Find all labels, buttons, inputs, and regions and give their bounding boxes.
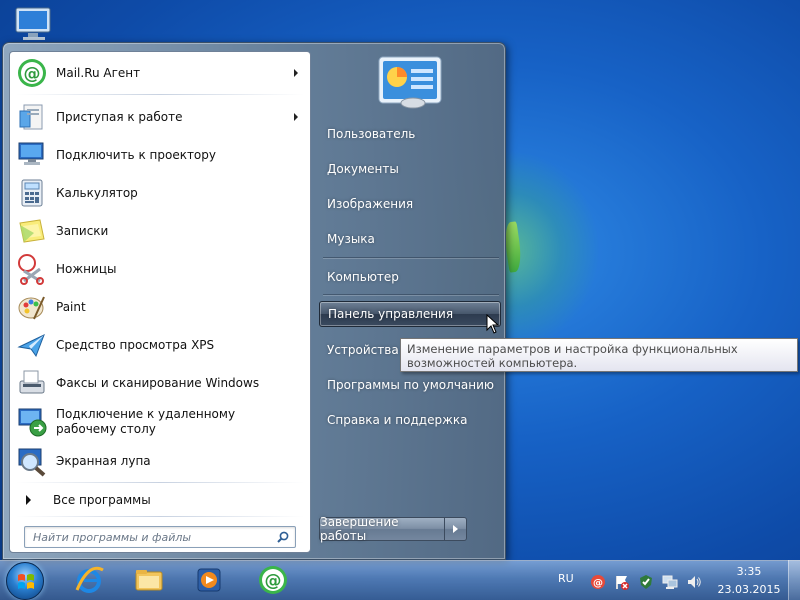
divider	[16, 482, 304, 483]
taskbar-media-player[interactable]	[182, 563, 236, 599]
control-panel-tooltip: Изменение параметров и настройка функцио…	[400, 338, 798, 372]
right-item-music[interactable]: Музыка	[319, 226, 501, 252]
right-item-help[interactable]: Справка и поддержка	[319, 407, 501, 433]
security-icon[interactable]	[638, 574, 654, 590]
program-item-calculator[interactable]: Калькулятор	[12, 174, 308, 212]
language-indicator[interactable]: RU	[558, 572, 574, 585]
shutdown-button[interactable]: Завершение работы	[319, 515, 445, 543]
program-item-paint[interactable]: Paint	[12, 288, 308, 326]
right-item-label: Программы по умолчанию	[327, 378, 495, 392]
program-label: Подключение к удаленному рабочему столу	[56, 407, 236, 436]
calculator-icon	[16, 177, 48, 209]
submenu-arrow-icon	[294, 113, 298, 121]
divider	[323, 294, 499, 295]
all-programs-label: Все программы	[53, 493, 151, 507]
right-item-label: Изображения	[327, 197, 414, 211]
divider	[16, 516, 304, 517]
action-center-icon[interactable]	[614, 574, 630, 590]
taskbar-internet-explorer[interactable]	[62, 563, 116, 599]
program-label: Приступая к работе	[56, 109, 183, 124]
start-button[interactable]	[6, 562, 44, 600]
divider	[16, 94, 304, 95]
windows-logo-icon	[18, 574, 34, 589]
right-item-documents[interactable]: Документы	[319, 156, 501, 182]
right-item-label: Панель управления	[328, 307, 454, 321]
paint-icon	[16, 291, 48, 323]
taskbar: @	[0, 560, 800, 600]
svg-text:@: @	[265, 571, 282, 591]
tooltip-text: Изменение параметров и настройка функцио…	[407, 342, 738, 370]
volume-icon[interactable]	[686, 574, 702, 590]
show-desktop-button[interactable]	[788, 560, 800, 600]
program-item-snipping-tool[interactable]: Ножницы	[12, 250, 308, 288]
media-player-icon	[193, 564, 225, 599]
program-label: Ножницы	[56, 261, 117, 276]
clock-date[interactable]: 23.03.2015	[712, 583, 786, 596]
shutdown-options-button[interactable]	[445, 517, 467, 541]
program-label: Mail.Ru Агент	[56, 65, 141, 80]
program-item-xps-viewer[interactable]: Средство просмотра XPS	[12, 326, 308, 364]
right-item-label: Музыка	[327, 232, 375, 246]
start-menu-programs-pane: @ Mail.Ru Агент Приступая к работе Подкл…	[9, 51, 311, 553]
taskbar-file-explorer[interactable]	[122, 563, 176, 599]
expand-arrow-icon	[26, 495, 31, 505]
right-item-label: Справка и поддержка	[327, 413, 468, 427]
right-item-label: Пользователь	[327, 127, 416, 141]
right-item-default-programs[interactable]: Программы по умолчанию	[319, 372, 501, 398]
program-item-remote-desktop[interactable]: Подключение к удаленному рабочему столу	[12, 402, 308, 442]
xps-viewer-icon	[16, 329, 48, 361]
program-label: Paint	[56, 299, 86, 314]
program-label: Калькулятор	[56, 185, 138, 200]
right-item-user[interactable]: Пользователь	[319, 121, 501, 147]
right-item-pictures[interactable]: Изображения	[319, 191, 501, 217]
program-item-projector[interactable]: Подключить к проектору	[12, 136, 308, 174]
mouse-cursor-icon	[486, 313, 500, 334]
fax-scan-icon	[16, 367, 48, 399]
remote-desktop-icon	[16, 406, 48, 438]
program-item-getting-started[interactable]: Приступая к работе	[12, 98, 308, 136]
sticky-notes-icon	[16, 215, 48, 247]
program-item-sticky-notes[interactable]: Записки	[12, 212, 308, 250]
right-item-label: Документы	[327, 162, 399, 176]
taskbar-mailru-agent[interactable]: @	[246, 563, 300, 599]
projector-icon	[16, 139, 48, 171]
program-label: Средство просмотра XPS	[56, 337, 215, 352]
svg-text:@: @	[24, 64, 41, 84]
program-item-fax-scan[interactable]: Факсы и сканирование Windows	[12, 364, 308, 402]
mailru-agent-icon: @	[257, 564, 289, 599]
shutdown-label: Завершение работы	[320, 515, 399, 543]
all-programs-button[interactable]: Все программы	[12, 486, 308, 514]
submenu-arrow-icon	[294, 69, 298, 77]
computer-desktop-icon[interactable]	[14, 6, 56, 42]
svg-text:@: @	[593, 578, 603, 589]
start-menu: @ Mail.Ru Агент Приступая к работе Подкл…	[2, 42, 506, 560]
getting-started-icon	[16, 101, 48, 133]
program-label: Экранная лупа	[56, 453, 151, 468]
divider	[323, 257, 499, 258]
program-label: Подключить к проектору	[56, 147, 216, 162]
user-picture[interactable]	[377, 55, 443, 109]
mailru-tray-icon[interactable]: @	[590, 574, 606, 590]
search-icon[interactable]	[277, 531, 289, 543]
program-item-mailru-agent[interactable]: @ Mail.Ru Агент	[12, 54, 308, 92]
right-item-computer[interactable]: Компьютер	[319, 264, 501, 290]
mailru-agent-icon: @	[16, 57, 48, 89]
program-label: Факсы и сканирование Windows	[56, 375, 260, 390]
network-icon[interactable]	[662, 574, 678, 590]
magnifier-icon	[16, 445, 48, 477]
right-item-label: Компьютер	[327, 270, 399, 284]
search-box[interactable]	[24, 526, 296, 548]
right-item-control-panel[interactable]: Панель управления	[319, 301, 501, 327]
internet-explorer-icon	[73, 564, 105, 599]
scissors-icon	[16, 253, 48, 285]
clock-time[interactable]: 3:35	[724, 565, 774, 578]
file-explorer-icon	[133, 564, 165, 599]
program-label: Записки	[56, 223, 109, 238]
search-input[interactable]	[25, 527, 265, 547]
right-item-label: Устройства и	[327, 343, 411, 357]
program-item-magnifier[interactable]: Экранная лупа	[12, 442, 308, 480]
